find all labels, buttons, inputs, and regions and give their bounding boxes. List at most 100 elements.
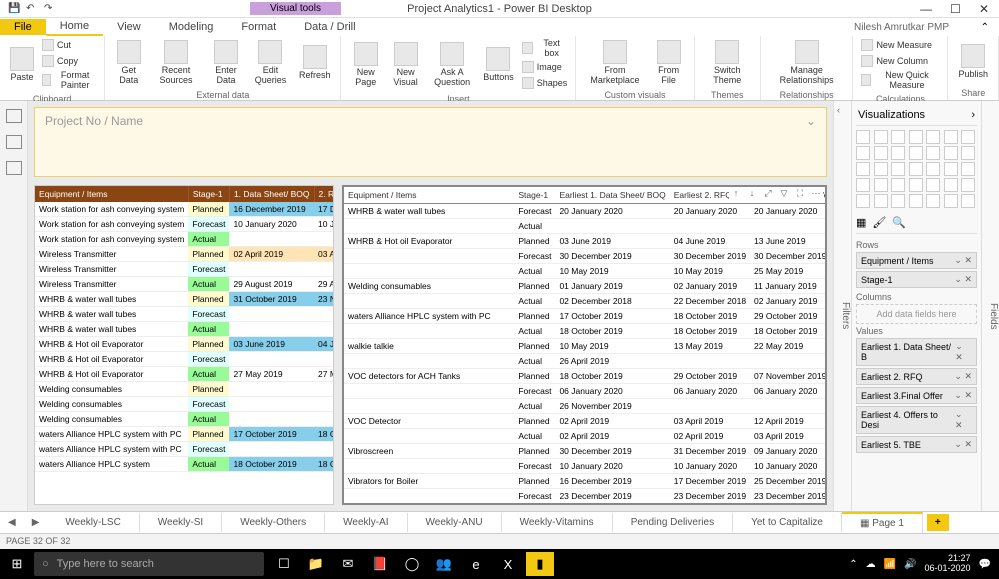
wifi-icon[interactable]: 📶 [884,559,896,570]
image-button[interactable]: Image [520,60,570,76]
viz-type-icon[interactable] [961,146,975,160]
field-well-item[interactable]: Stage-1⌄ ✕ [856,271,977,288]
viz-type-icon[interactable] [856,146,870,160]
table-row[interactable]: WHRB & Hot oil EvaporatorPlanned03 June … [344,234,827,249]
report-canvas[interactable]: Project No / Name ⌄ Equipment / ItemsSta… [28,101,833,511]
paste-button[interactable]: Paste [6,45,38,85]
tab-format[interactable]: Format [227,19,290,35]
remove-field-icon[interactable]: ⌄ ✕ [954,390,972,401]
remove-field-icon[interactable]: ⌄ ✕ [954,255,972,266]
page-tab[interactable]: Weekly-LSC [47,513,139,532]
table-row[interactable]: Forecast10 January 202010 January 202010… [344,459,827,474]
table-row[interactable]: Wireless TransmitterActual29 August 2019… [35,277,334,292]
table-row[interactable]: WHRB & Hot oil EvaporatorActual27 May 20… [35,367,334,382]
drill-up-icon[interactable]: ↑ [730,187,742,199]
teams-icon[interactable]: 👥 [430,552,458,576]
viz-type-icon[interactable] [891,146,905,160]
format-tab-icon[interactable]: 🖌 [872,216,886,229]
remove-field-icon[interactable]: ⌄ ✕ [954,274,972,285]
table-row[interactable]: WHRB & Hot oil EvaporatorForecast [35,352,334,367]
table-row[interactable]: waters Alliance HPLC system with PCForec… [35,442,334,457]
page-tab[interactable]: Weekly-Others [222,513,325,532]
new-quick-measure-button[interactable]: New Quick Measure [859,70,941,92]
filter-icon[interactable]: ▽ [778,187,790,199]
textbox-button[interactable]: Text box [520,38,570,60]
viz-type-icon[interactable] [891,130,905,144]
shapes-button[interactable]: Shapes [520,76,570,92]
page-tab[interactable]: Weekly-AI [325,513,407,532]
column-header[interactable]: Equipment / Items [35,186,188,202]
viz-type-icon[interactable] [944,162,958,176]
viz-type-icon[interactable] [856,194,870,208]
table-row[interactable]: Work station for ash conveying systemPla… [35,202,334,217]
viz-type-icon[interactable] [909,194,923,208]
viz-type-icon[interactable] [961,162,975,176]
page-tab[interactable]: Weekly-Vitamins [502,513,613,532]
acrobat-icon[interactable]: 📕 [366,552,394,576]
viz-type-icon[interactable] [891,178,905,192]
column-header[interactable]: Stage-1 [188,186,229,202]
table-row[interactable]: waters Alliance HPLC system with PCPlann… [35,427,334,442]
chevron-down-icon[interactable]: ⌄ [806,114,816,128]
explorer-icon[interactable]: 📁 [302,552,330,576]
report-view-icon[interactable] [6,109,22,123]
new-column-button[interactable]: New Column [859,54,941,70]
table-row[interactable]: Actual02 April 201902 April 201903 April… [344,429,827,444]
cut-button[interactable]: Cut [40,38,98,54]
table-row[interactable]: walkie talkiePlanned10 May 201913 May 20… [344,339,827,354]
table-row[interactable]: VibroscreenPlanned30 December 201931 Dec… [344,444,827,459]
table-visual-left[interactable]: Equipment / ItemsStage-11. Data Sheet/ B… [34,185,334,505]
field-well-item[interactable]: Earliest 4. Offers to Desi⌄ ✕ [856,406,977,434]
viz-type-icon[interactable] [874,194,888,208]
table-row[interactable]: VOC detectors for ACH TanksPlanned18 Oct… [344,369,827,384]
viz-type-icon[interactable] [926,146,940,160]
switch-theme-button[interactable]: Switch Theme [701,38,754,88]
field-well-item[interactable]: Earliest 3.Final Offer⌄ ✕ [856,387,977,404]
table-row[interactable]: Wireless TransmitterPlanned02 April 2019… [35,247,334,262]
table-row[interactable]: Forecast06 January 202006 January 202006… [344,384,827,399]
viz-type-icon[interactable] [856,178,870,192]
table-row[interactable]: Actual10 May 201910 May 201925 May 20192… [344,264,827,279]
minimize-icon[interactable]: — [920,2,932,16]
tray-up-icon[interactable]: ⌃ [849,559,857,570]
taskbar-search[interactable]: ○Type here to search [34,552,264,576]
column-header[interactable]: 2. RFQ [314,186,334,202]
matrix-visual-right[interactable]: ↑ ↓ ⤢ ▽ ⛶ ⋯ Equipment / ItemsStage-1Earl… [342,185,827,505]
viz-type-icon[interactable] [856,130,870,144]
column-header[interactable]: Stage-1 [514,187,555,204]
excel-icon[interactable]: X [494,552,522,576]
field-well-item[interactable]: Earliest 1. Data Sheet/ B⌄ ✕ [856,338,977,366]
redo-icon[interactable]: ↷ [44,3,56,15]
column-header[interactable]: 1. Data Sheet/ BOQ [229,186,314,202]
viz-type-icon[interactable] [961,178,975,192]
save-icon[interactable]: 💾 [8,3,20,15]
copy-button[interactable]: Copy [40,54,98,70]
add-page-button[interactable]: + [927,514,949,531]
remove-field-icon[interactable]: ⌄ ✕ [954,439,972,450]
analytics-tab-icon[interactable]: 🔍 [892,216,906,229]
table-row[interactable]: WHRB & water wall tubesPlanned31 October… [35,292,334,307]
file-tab[interactable]: File [0,19,46,35]
viz-type-icon[interactable] [926,178,940,192]
new-visual-button[interactable]: New Visual [386,40,425,90]
table-row[interactable]: Welding consumablesPlanned [35,382,334,397]
viz-type-icon[interactable] [874,146,888,160]
table-row[interactable]: Work station for ash conveying systemFor… [35,217,334,232]
table-row[interactable]: Actual18 October 201918 October 201918 O… [344,324,827,339]
from-file-button[interactable]: From File [650,38,688,88]
viz-type-icon[interactable] [891,194,905,208]
viz-type-icon[interactable] [926,194,940,208]
format-painter-button[interactable]: Format Painter [40,70,98,92]
table-row[interactable]: Forecast23 December 201923 December 2019… [344,489,827,504]
table-row[interactable]: Actual01 Novem [344,219,827,234]
viz-type-icon[interactable] [874,178,888,192]
viz-type-icon[interactable] [909,178,923,192]
viz-type-icon[interactable] [926,130,940,144]
table-row[interactable]: Welding consumablesActual [35,412,334,427]
maximize-icon[interactable]: ☐ [950,2,961,16]
chevron-left-icon[interactable]: ‹ [837,105,840,115]
viz-type-icon[interactable] [961,194,975,208]
tab-home[interactable]: Home [46,18,103,36]
outlook-icon[interactable]: ✉ [334,552,362,576]
filters-pane[interactable]: ‹ Filters [833,101,851,511]
